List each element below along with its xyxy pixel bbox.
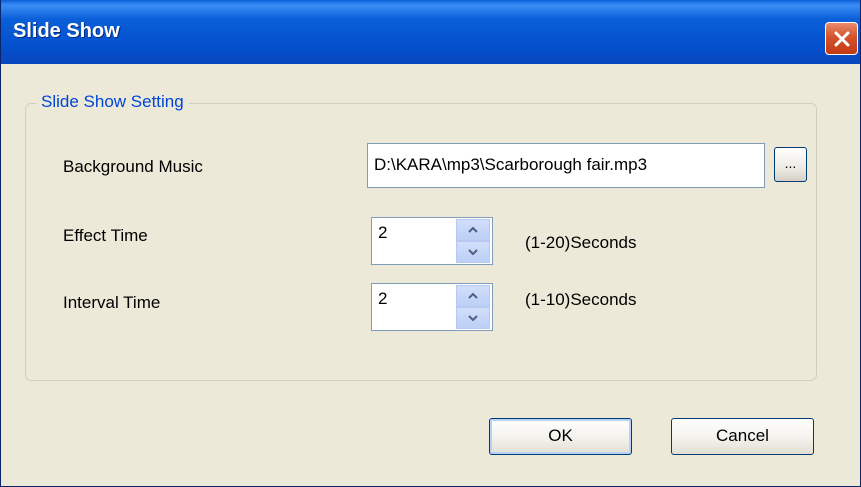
group-legend: Slide Show Setting	[36, 92, 189, 112]
title-bar[interactable]: Slide Show	[1, 0, 860, 64]
effect-time-down-button[interactable]	[456, 241, 490, 263]
window-title: Slide Show	[13, 20, 120, 42]
effect-time-range: (1-20)Seconds	[525, 233, 637, 252]
slide-show-dialog: Slide Show Slide Show Setting Background…	[0, 0, 861, 487]
effect-time-spinner[interactable]: 2	[371, 217, 493, 265]
arrow-up-icon	[468, 226, 478, 233]
browse-button[interactable]: ...	[774, 147, 807, 182]
background-music-label: Background Music	[63, 157, 203, 176]
background-music-path-input[interactable]: D:\KARA\mp3\Scarborough fair.mp3	[367, 143, 765, 188]
arrow-up-icon	[468, 292, 478, 299]
arrow-down-icon	[468, 315, 478, 322]
interval-time-range: (1-10)Seconds	[525, 290, 637, 309]
interval-time-up-button[interactable]	[456, 285, 490, 307]
interval-time-value[interactable]: 2	[378, 289, 387, 309]
interval-time-spinner[interactable]: 2	[371, 283, 493, 331]
close-button[interactable]	[825, 22, 858, 55]
effect-time-up-button[interactable]	[456, 219, 490, 241]
effect-time-label: Effect Time	[63, 226, 148, 245]
ok-button[interactable]: OK	[489, 418, 632, 455]
arrow-down-icon	[468, 249, 478, 256]
interval-time-down-button[interactable]	[456, 307, 490, 329]
cancel-button[interactable]: Cancel	[671, 418, 814, 455]
interval-time-label: Interval Time	[63, 293, 161, 312]
close-icon	[834, 31, 849, 46]
effect-time-value[interactable]: 2	[378, 223, 387, 243]
dialog-body: Slide Show Setting Background Music D:\K…	[5, 64, 858, 483]
